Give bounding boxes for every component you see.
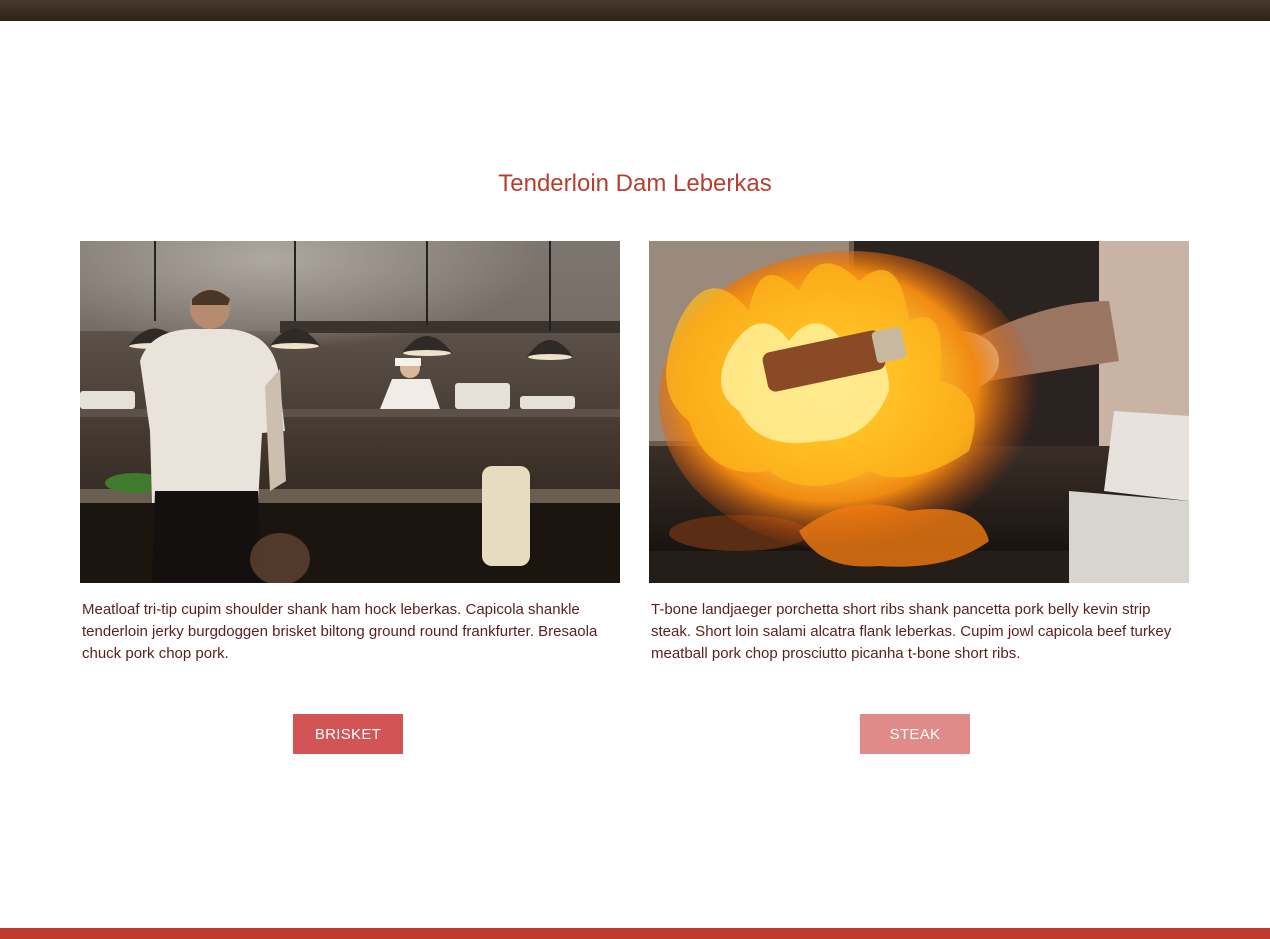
section-title: Tenderloin Dam Leberkas	[498, 170, 772, 197]
footer-bar	[0, 928, 1270, 939]
card-description: Meatloaf tri-tip cupim shoulder shank ha…	[82, 601, 598, 662]
brisket-button[interactable]: BRISKET	[293, 714, 403, 754]
card-steak: T-bone landjaeger porchetta short ribs s…	[649, 241, 1189, 665]
steak-button[interactable]: STEAK	[860, 714, 970, 754]
card-brisket: Meatloaf tri-tip cupim shoulder shank ha…	[80, 241, 620, 665]
card-description: T-bone landjaeger porchetta short ribs s…	[651, 601, 1172, 662]
flambe-photo	[649, 241, 1189, 583]
kitchen-photo	[80, 241, 620, 583]
header-bar	[0, 0, 1270, 21]
